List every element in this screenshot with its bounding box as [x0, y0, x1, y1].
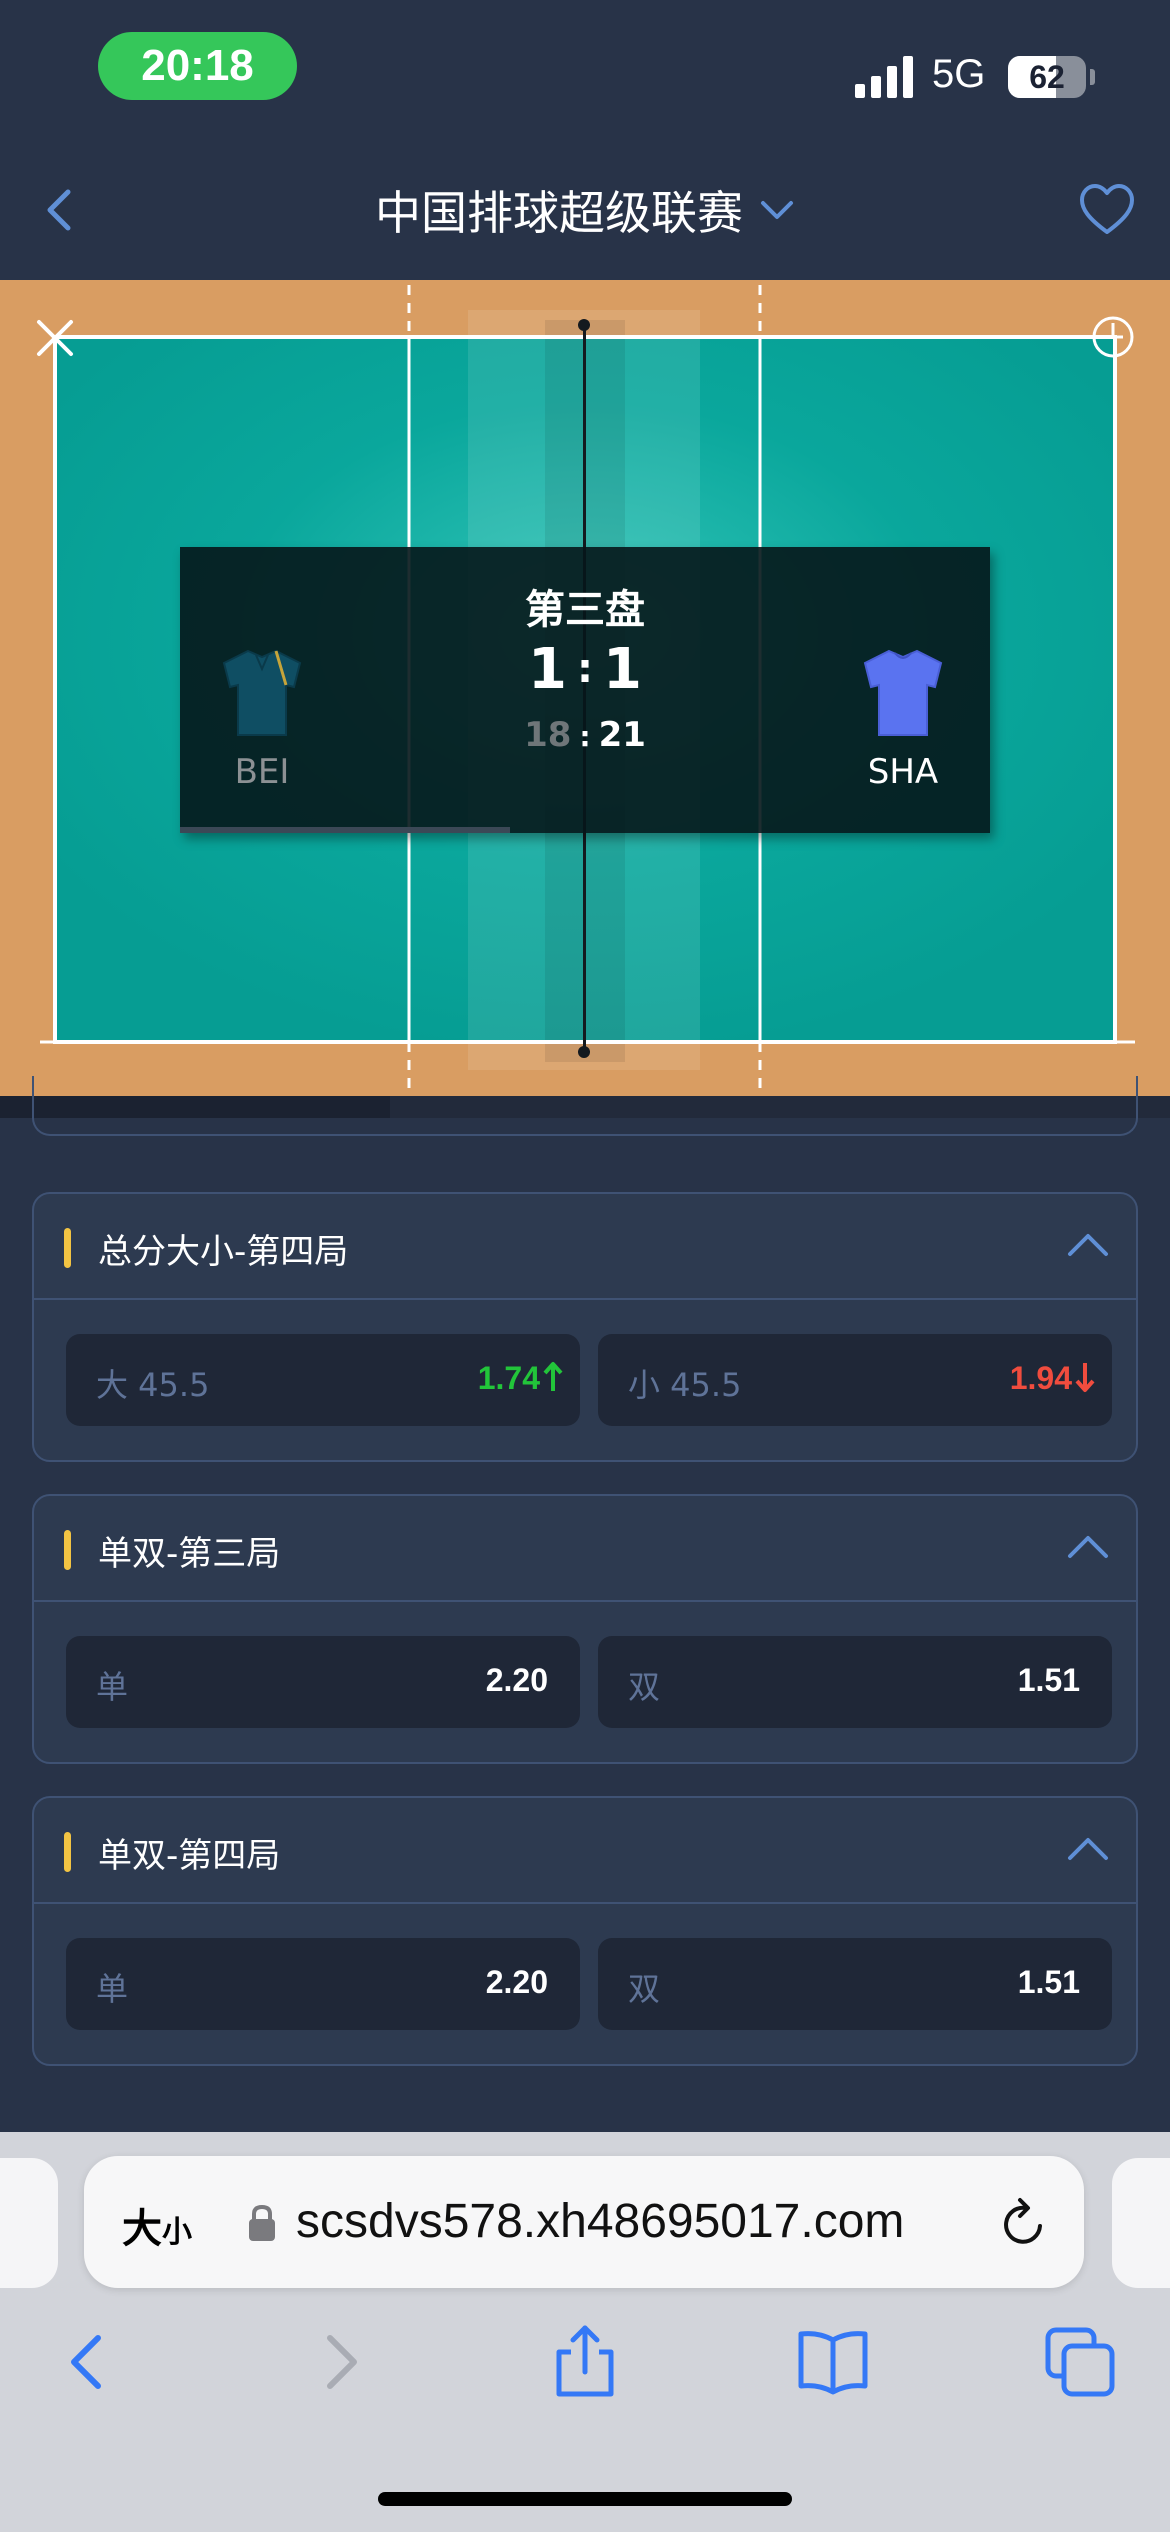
accent-bar	[64, 1228, 71, 1268]
previous-market-card	[32, 1076, 1138, 1136]
odds-button[interactable]: 单 2.20	[66, 1636, 580, 1728]
market-title: 总分大小-第四局	[98, 1232, 349, 1272]
away-team-name: SHA	[867, 752, 939, 792]
odds-option-label: 大 45.5	[96, 1366, 210, 1404]
reload-icon[interactable]	[996, 2196, 1052, 2252]
close-icon[interactable]	[34, 317, 76, 359]
current-set-label: 第三盘	[525, 587, 645, 633]
share-icon[interactable]	[545, 2322, 625, 2402]
away-points: 21	[598, 715, 646, 755]
market-card-header[interactable]: 单双-第三局	[34, 1496, 1136, 1602]
odds-option-label: 双	[628, 1668, 661, 1706]
league-title: 中国排球超级联赛	[375, 186, 743, 240]
betting-markets: 总分大小-第四局大 45.5 1.74 小 45.5 1.94 单双-第三局单 2.20 双…	[0, 1076, 1170, 2132]
away-sets: 1	[603, 637, 642, 702]
chevron-down-icon	[761, 201, 793, 219]
nav-header: 中国排球超级联赛	[0, 140, 1170, 280]
timer-icon[interactable]	[1090, 314, 1136, 360]
text-size-button[interactable]: 大小	[122, 2196, 192, 2254]
forward-icon[interactable]	[300, 2322, 380, 2402]
safari-toolbar: 大小 scsdvs578.xh48695017.com	[0, 2132, 1170, 2532]
market-card: 单双-第三局单 2.20 双 1.51	[32, 1494, 1138, 1764]
sets-separator: :	[577, 646, 593, 692]
odds-value: 1.51	[1017, 1964, 1080, 2000]
home-jersey-icon	[222, 649, 302, 736]
away-jersey-icon	[863, 649, 943, 736]
market-title: 单双-第三局	[98, 1534, 281, 1574]
odds-option-label: 单	[96, 1668, 129, 1706]
odds-value: 1.94	[1010, 1360, 1096, 1397]
odds-option-label: 双	[628, 1970, 661, 2008]
network-type: 5G	[932, 52, 986, 96]
clock[interactable]: 20:18	[98, 32, 297, 100]
lock-icon	[249, 2204, 275, 2241]
odds-value: 1.74	[478, 1360, 564, 1397]
chevron-up-icon[interactable]	[1066, 1532, 1110, 1562]
home-points: 18	[524, 715, 572, 755]
odds-value: 2.20	[485, 1964, 548, 2000]
odds-button[interactable]: 双 1.51	[598, 1636, 1112, 1728]
odds-option-label: 单	[96, 1970, 129, 2008]
chevron-up-icon[interactable]	[1066, 1834, 1110, 1864]
market-card: 总分大小-第四局大 45.5 1.74 小 45.5 1.94	[32, 1192, 1138, 1462]
tabs-icon[interactable]	[1040, 2322, 1120, 2402]
odds-value: 1.51	[1017, 1662, 1080, 1698]
home-indicator	[378, 2492, 792, 2506]
match-court-tracker: 第三盘 1:1 18:21 BEI SHA	[0, 280, 1170, 1096]
market-card-header[interactable]: 总分大小-第四局	[34, 1194, 1136, 1300]
accent-bar	[64, 1832, 71, 1872]
accent-bar	[64, 1530, 71, 1570]
points-separator: :	[579, 720, 591, 753]
odds-button[interactable]: 单 2.20	[66, 1938, 580, 2030]
address-bar[interactable]: 大小 scsdvs578.xh48695017.com	[84, 2156, 1084, 2288]
previous-tab-preview[interactable]	[0, 2158, 58, 2288]
league-selector[interactable]: 中国排球超级联赛	[0, 180, 1170, 240]
market-title: 单双-第四局	[98, 1836, 281, 1876]
battery-level: 62	[1029, 58, 1065, 95]
market-card-header[interactable]: 单双-第四局	[34, 1798, 1136, 1904]
back-icon[interactable]	[48, 2322, 128, 2402]
cellular-signal-icon	[855, 56, 913, 98]
home-sets: 1	[528, 637, 567, 702]
arrow-down-icon	[1075, 1363, 1095, 1392]
status-bar: 20:18 5G 62	[0, 0, 1170, 140]
heart-icon[interactable]	[1078, 182, 1136, 238]
set-progress-bar	[180, 827, 510, 833]
odds-value: 2.20	[485, 1662, 548, 1698]
odds-option-label: 小 45.5	[628, 1366, 742, 1404]
scoreboard-panel: 第三盘 1:1 18:21 BEI SHA	[180, 547, 990, 833]
odds-button[interactable]: 小 45.5 1.94	[598, 1334, 1112, 1426]
home-team-name: BEI	[234, 752, 290, 792]
next-tab-preview[interactable]	[1112, 2158, 1170, 2288]
arrow-up-icon	[543, 1362, 563, 1391]
bookmarks-icon[interactable]	[793, 2322, 873, 2402]
battery-icon: 62	[1008, 56, 1095, 98]
chevron-up-icon[interactable]	[1066, 1230, 1110, 1260]
odds-button[interactable]: 双 1.51	[598, 1938, 1112, 2030]
url-text: scsdvs578.xh48695017.com	[296, 2195, 905, 2248]
odds-button[interactable]: 大 45.5 1.74	[66, 1334, 580, 1426]
market-card: 单双-第四局单 2.20 双 1.51	[32, 1796, 1138, 2066]
